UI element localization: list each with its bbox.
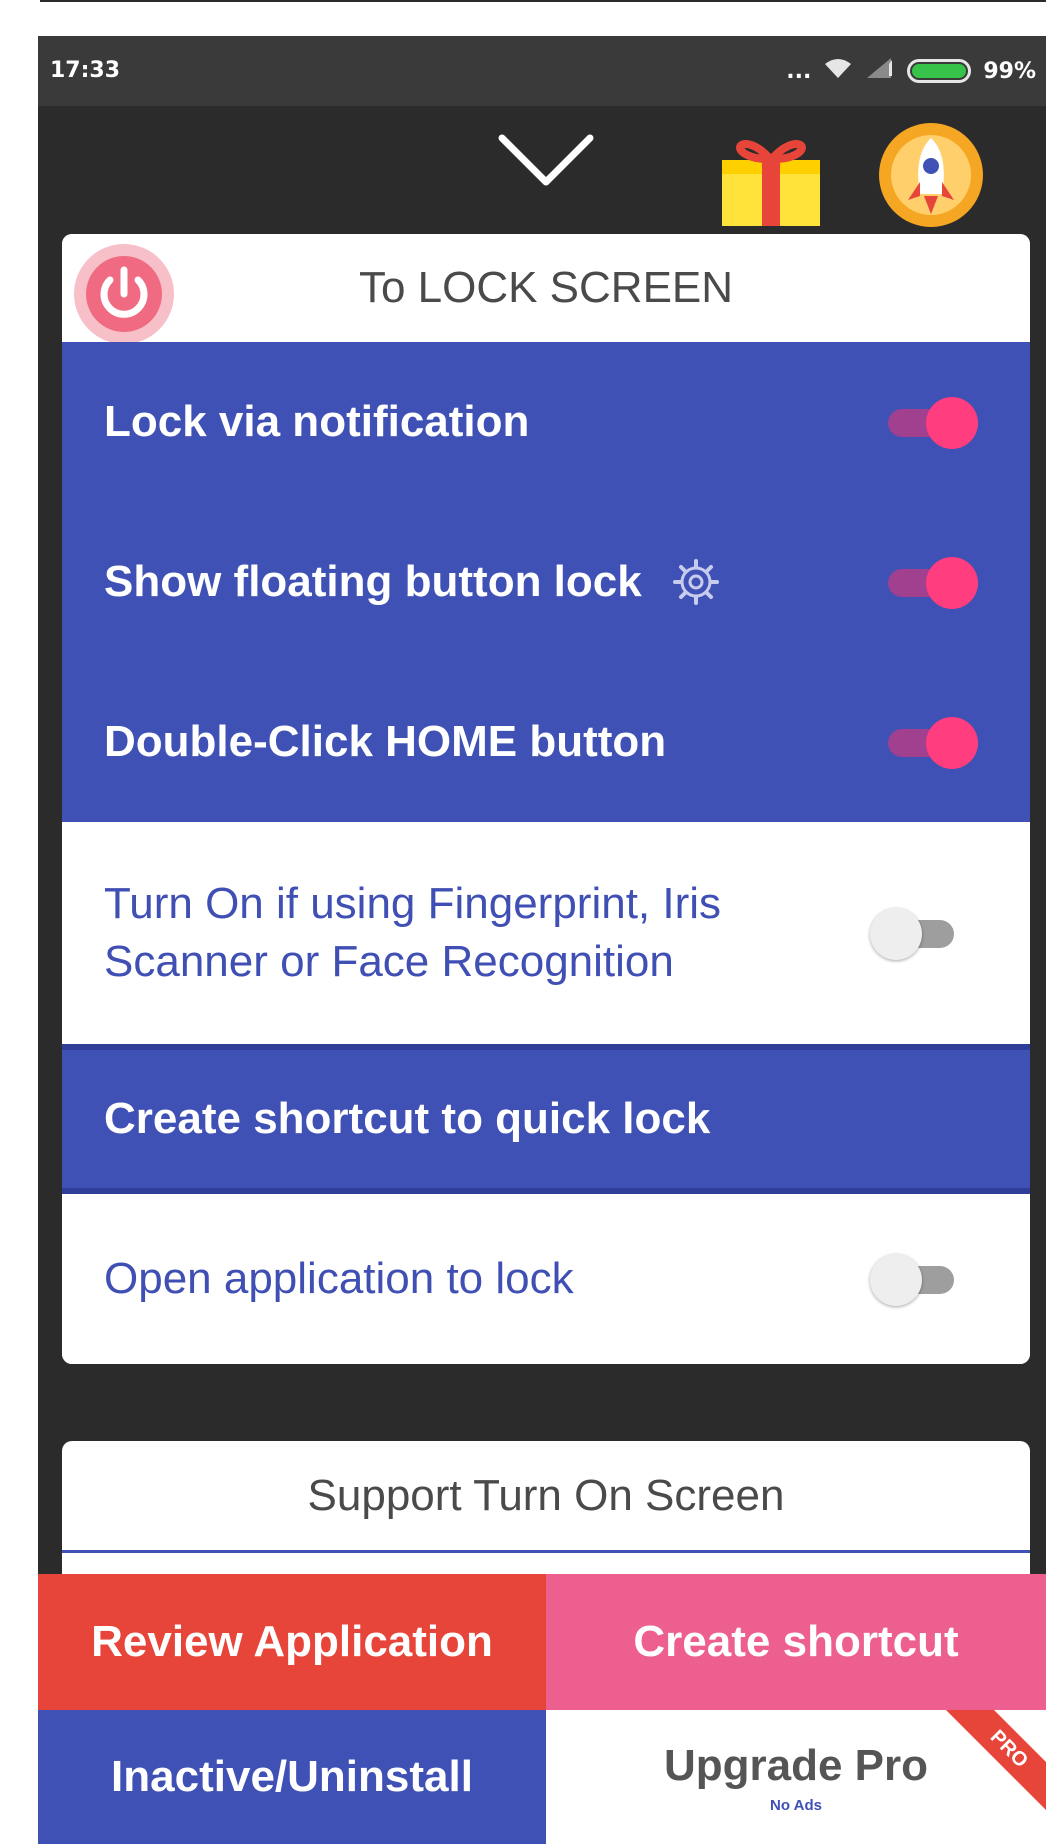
row-label: Open application to lock xyxy=(104,1254,574,1303)
status-icons: ... 99% xyxy=(786,56,1036,86)
top-border xyxy=(40,0,1046,2)
phone-screen: 17:33 ... 99% To LOCK SCREEN Lock via no… xyxy=(38,36,1046,1844)
inactive-uninstall-button[interactable]: Inactive/Uninstall xyxy=(38,1710,546,1844)
toggle-knob xyxy=(926,397,978,449)
battery-fill xyxy=(912,64,966,78)
review-label: Review Application xyxy=(91,1617,493,1666)
create-shortcut-label: Create shortcut xyxy=(633,1617,959,1666)
no-ads-label: No Ads xyxy=(770,1796,822,1814)
uninstall-label: Inactive/Uninstall xyxy=(111,1752,473,1801)
gear-icon[interactable] xyxy=(672,558,720,606)
row-double-click-home[interactable]: Double-Click HOME button xyxy=(62,662,1030,822)
upgrade-label: Upgrade Pro xyxy=(663,1740,929,1790)
row-label: Lock via notification xyxy=(104,397,530,446)
row-open-application[interactable]: Open application to lock xyxy=(62,1194,1030,1364)
status-bar: 17:33 ... 99% xyxy=(38,36,1046,106)
toggle-lock-via-notification[interactable] xyxy=(888,397,978,449)
toggle-knob xyxy=(926,717,978,769)
toggle-knob xyxy=(870,908,922,960)
row-lock-via-notification[interactable]: Lock via notification xyxy=(62,342,1030,502)
row-label: Create shortcut to quick lock xyxy=(104,1094,711,1143)
row-label: Double-Click HOME button xyxy=(104,717,667,766)
bottom-action-grid: Review Application Create shortcut Inact… xyxy=(38,1574,1046,1844)
row-label: Turn On if using Fingerprint, Iris Scann… xyxy=(104,879,722,986)
rocket-avatar-icon[interactable] xyxy=(876,120,986,230)
battery-percent: 99% xyxy=(983,58,1036,84)
wifi-icon xyxy=(823,56,853,86)
lock-screen-card: To LOCK SCREEN Lock via notification Sho… xyxy=(62,234,1030,1364)
toggle-show-floating-button[interactable] xyxy=(888,557,978,609)
battery-icon xyxy=(907,59,972,83)
upgrade-pro-button[interactable]: Upgrade Pro No Ads PRO xyxy=(546,1710,1046,1844)
review-application-button[interactable]: Review Application xyxy=(38,1574,546,1710)
toggle-double-click-home[interactable] xyxy=(888,717,978,769)
status-time: 17:33 xyxy=(50,58,121,83)
toggle-knob xyxy=(870,1254,922,1306)
lock-card-header: To LOCK SCREEN xyxy=(62,234,1030,344)
more-dots: ... xyxy=(786,58,812,84)
gift-icon[interactable] xyxy=(716,120,826,230)
lock-card-title: To LOCK SCREEN xyxy=(358,263,734,312)
row-show-floating-button[interactable]: Show floating button lock xyxy=(62,502,1030,662)
row-label: Show floating button lock xyxy=(104,557,642,606)
toolbar xyxy=(38,106,1046,236)
row-fingerprint[interactable]: Turn On if using Fingerprint, Iris Scann… xyxy=(62,822,1030,1044)
pro-ribbon: PRO xyxy=(943,1710,1046,1815)
create-shortcut-button[interactable]: Create shortcut xyxy=(546,1574,1046,1710)
power-icon[interactable] xyxy=(72,242,176,346)
support-card-title: Support Turn On Screen xyxy=(62,1441,1030,1553)
signal-icon xyxy=(865,56,895,86)
toggle-fingerprint[interactable] xyxy=(870,908,960,960)
toggle-knob xyxy=(926,557,978,609)
toggle-open-application[interactable] xyxy=(870,1254,960,1306)
row-create-shortcut[interactable]: Create shortcut to quick lock xyxy=(62,1044,1030,1194)
chevron-down-icon[interactable] xyxy=(496,130,596,190)
top-strip xyxy=(0,0,1046,36)
